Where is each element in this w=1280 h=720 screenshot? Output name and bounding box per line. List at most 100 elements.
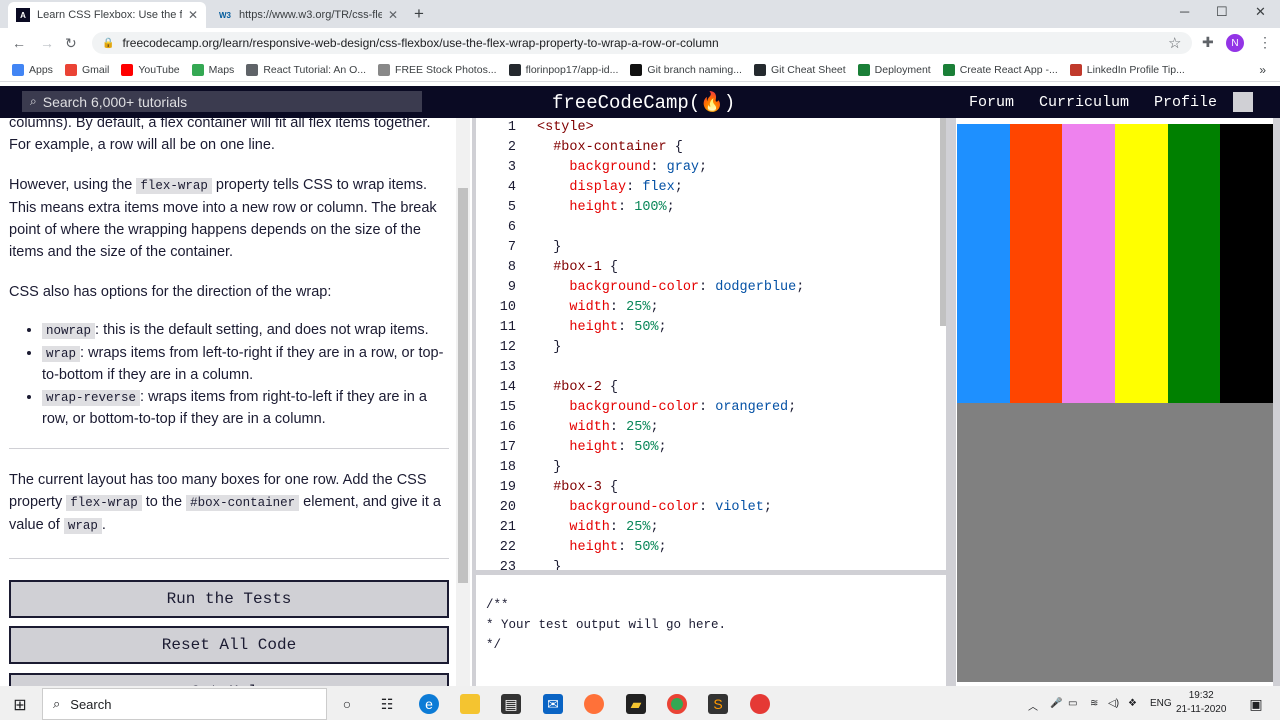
tab-fcc[interactable]: A Learn CSS Flexbox: Use the flex-w ✕ xyxy=(8,2,206,28)
close-window-button[interactable]: ✕ xyxy=(1255,4,1266,20)
bookmark-item[interactable]: Create React App -... xyxy=(942,63,1058,76)
code-editor[interactable]: 1 <style> 2 #box-container {3 background: … xyxy=(476,118,946,570)
close-tab-icon[interactable]: ✕ xyxy=(388,8,398,22)
scrollbar-thumb[interactable] xyxy=(458,188,468,583)
windows-start-icon[interactable]: ⊞ xyxy=(10,695,30,715)
code-line[interactable]: 13 xyxy=(476,358,516,378)
taskbar-search[interactable]: ⌕ Search xyxy=(42,688,327,720)
task-view-icon[interactable]: ☷ xyxy=(377,694,397,714)
code-line[interactable]: 23 } xyxy=(476,558,562,570)
profile-avatar[interactable]: N xyxy=(1226,34,1244,52)
file-explorer-icon[interactable] xyxy=(460,694,480,714)
w3c-icon: W3 xyxy=(219,10,231,20)
bookmark-label: Deployment xyxy=(874,63,931,76)
close-tab-icon[interactable]: ✕ xyxy=(188,8,198,22)
extensions-icon[interactable]: ✚ xyxy=(1202,34,1214,51)
bookmark-item[interactable]: FREE Stock Photos... xyxy=(378,63,497,76)
code-line[interactable]: 9 background-color: dodgerblue; xyxy=(476,278,804,298)
sublime-icon[interactable]: S xyxy=(708,694,728,714)
forward-icon[interactable]: → xyxy=(40,35,54,51)
bookmark-item[interactable]: Apps xyxy=(12,63,53,76)
bookmark-item[interactable]: React Tutorial: An O... xyxy=(246,63,366,76)
chrome-icon[interactable] xyxy=(667,694,687,714)
firefox-icon[interactable] xyxy=(584,694,604,714)
star-icon[interactable]: ☆ xyxy=(1168,34,1181,52)
code-line[interactable]: 20 background-color: violet; xyxy=(476,498,772,518)
code-line[interactable]: 21 width: 25%; xyxy=(476,518,659,538)
code-line[interactable]: 7 } xyxy=(476,238,561,258)
line-number: 10 xyxy=(499,300,516,315)
menu-icon[interactable]: ⋮ xyxy=(1258,34,1272,51)
code-line[interactable]: 2 #box-container { xyxy=(476,138,683,158)
bookmark-item[interactable]: florinpop17/app-id... xyxy=(508,63,618,76)
code-line[interactable]: 14 #box-2 { xyxy=(476,378,618,398)
code-line[interactable]: 12 } xyxy=(476,338,562,358)
tab-w3c[interactable]: W3 https://www.w3.org/TR/css-flexb ✕ xyxy=(210,2,406,28)
more-bookmarks-icon[interactable]: » xyxy=(1259,63,1266,77)
sticky-notes-icon[interactable]: ▰ xyxy=(626,694,646,714)
line-number: 12 xyxy=(499,340,516,355)
code-line[interactable]: 17 height: 50%; xyxy=(476,438,667,458)
notifications-icon[interactable]: ▣ xyxy=(1246,694,1266,714)
list-item: nowrap: this is the default setting, and… xyxy=(42,320,446,343)
chevron-up-icon[interactable]: ︿ xyxy=(1028,698,1038,713)
code-line[interactable]: 8 #box-1 { xyxy=(476,258,618,278)
code-line[interactable]: 1 <style> xyxy=(476,118,594,138)
reload-icon[interactable]: ↻ xyxy=(65,35,77,52)
code-line[interactable]: 18 } xyxy=(476,458,562,478)
get-help-button[interactable]: Get Help xyxy=(9,673,449,686)
bookmark-item[interactable]: Maps xyxy=(191,63,234,76)
code-line[interactable]: 16 width: 25%; xyxy=(476,418,659,438)
code-line[interactable]: 5 height: 100%; xyxy=(476,198,675,218)
lesson-paragraph: However, using the flex-wrap property te… xyxy=(9,177,437,260)
language-indicator[interactable]: ENG xyxy=(1150,698,1172,709)
volume-icon[interactable]: ◁) xyxy=(1108,698,1119,709)
mail-icon[interactable]: ✉ xyxy=(543,694,563,714)
code-line[interactable]: 4 display: flex; xyxy=(476,178,683,198)
back-icon[interactable]: ← xyxy=(12,35,26,51)
maximize-button[interactable]: ☐ xyxy=(1216,4,1228,20)
fcc-logo[interactable]: freeCodeCamp(🔥) xyxy=(552,90,735,114)
code-text: } xyxy=(537,240,562,255)
microphone-icon[interactable]: 🎤 xyxy=(1050,698,1062,709)
search-input[interactable]: ⌕ Search 6,000+ tutorials xyxy=(22,91,422,112)
bookmark-item[interactable]: Deployment xyxy=(857,63,931,76)
code-line[interactable]: 6 xyxy=(476,218,516,238)
code-line[interactable]: 3 background: gray; xyxy=(476,158,707,178)
nav-curriculum[interactable]: Curriculum xyxy=(1039,94,1129,111)
bookmark-item[interactable]: YouTube xyxy=(121,63,180,76)
user-avatar[interactable] xyxy=(1233,92,1253,112)
code-line[interactable]: 19 #box-3 { xyxy=(476,478,618,498)
code-line[interactable]: 11 height: 50%; xyxy=(476,318,667,338)
nav-profile[interactable]: Profile xyxy=(1154,94,1217,111)
wifi-icon[interactable]: ≋ xyxy=(1090,698,1098,709)
nav-forum[interactable]: Forum xyxy=(969,94,1014,111)
edge-icon[interactable]: e xyxy=(419,694,439,714)
url-field[interactable]: 🔒 freecodecamp.org/learn/responsive-web-… xyxy=(92,32,1192,54)
new-tab-button[interactable]: + xyxy=(414,4,424,24)
reset-code-button[interactable]: Reset All Code xyxy=(9,626,449,664)
bookmark-item[interactable]: Gmail xyxy=(64,63,109,76)
code-line[interactable]: 15 background-color: orangered; xyxy=(476,398,796,418)
line-number: 7 xyxy=(507,240,516,255)
lesson-scrollbar[interactable] xyxy=(456,118,470,686)
bookmark-item[interactable]: Git branch naming... xyxy=(630,63,742,76)
pane-divider[interactable] xyxy=(946,118,956,686)
bookmark-item[interactable]: LinkedIn Profile Tip... xyxy=(1069,63,1185,76)
app-icon[interactable] xyxy=(750,694,770,714)
code-line[interactable]: 10 width: 25%; xyxy=(476,298,659,318)
cortana-icon[interactable]: ○ xyxy=(337,694,357,714)
preview-box-5 xyxy=(1167,124,1221,403)
github-icon xyxy=(508,63,521,76)
minimize-button[interactable]: ─ xyxy=(1180,4,1189,19)
gmail-icon xyxy=(64,63,77,76)
bookmark-item[interactable]: Git Cheat Sheet xyxy=(753,63,846,76)
battery-icon[interactable]: ▭ xyxy=(1068,698,1077,709)
dropbox-icon[interactable]: ❖ xyxy=(1128,698,1137,709)
code-text: #box-2 { xyxy=(553,380,619,395)
run-tests-button[interactable]: Run the Tests xyxy=(9,580,449,618)
taskbar-clock[interactable]: 19:32 21-11-2020 xyxy=(1176,689,1226,717)
store-icon[interactable]: ▤ xyxy=(501,694,521,714)
code-line[interactable]: 22 height: 50%; xyxy=(476,538,667,558)
inline-code: wrap xyxy=(63,518,102,534)
